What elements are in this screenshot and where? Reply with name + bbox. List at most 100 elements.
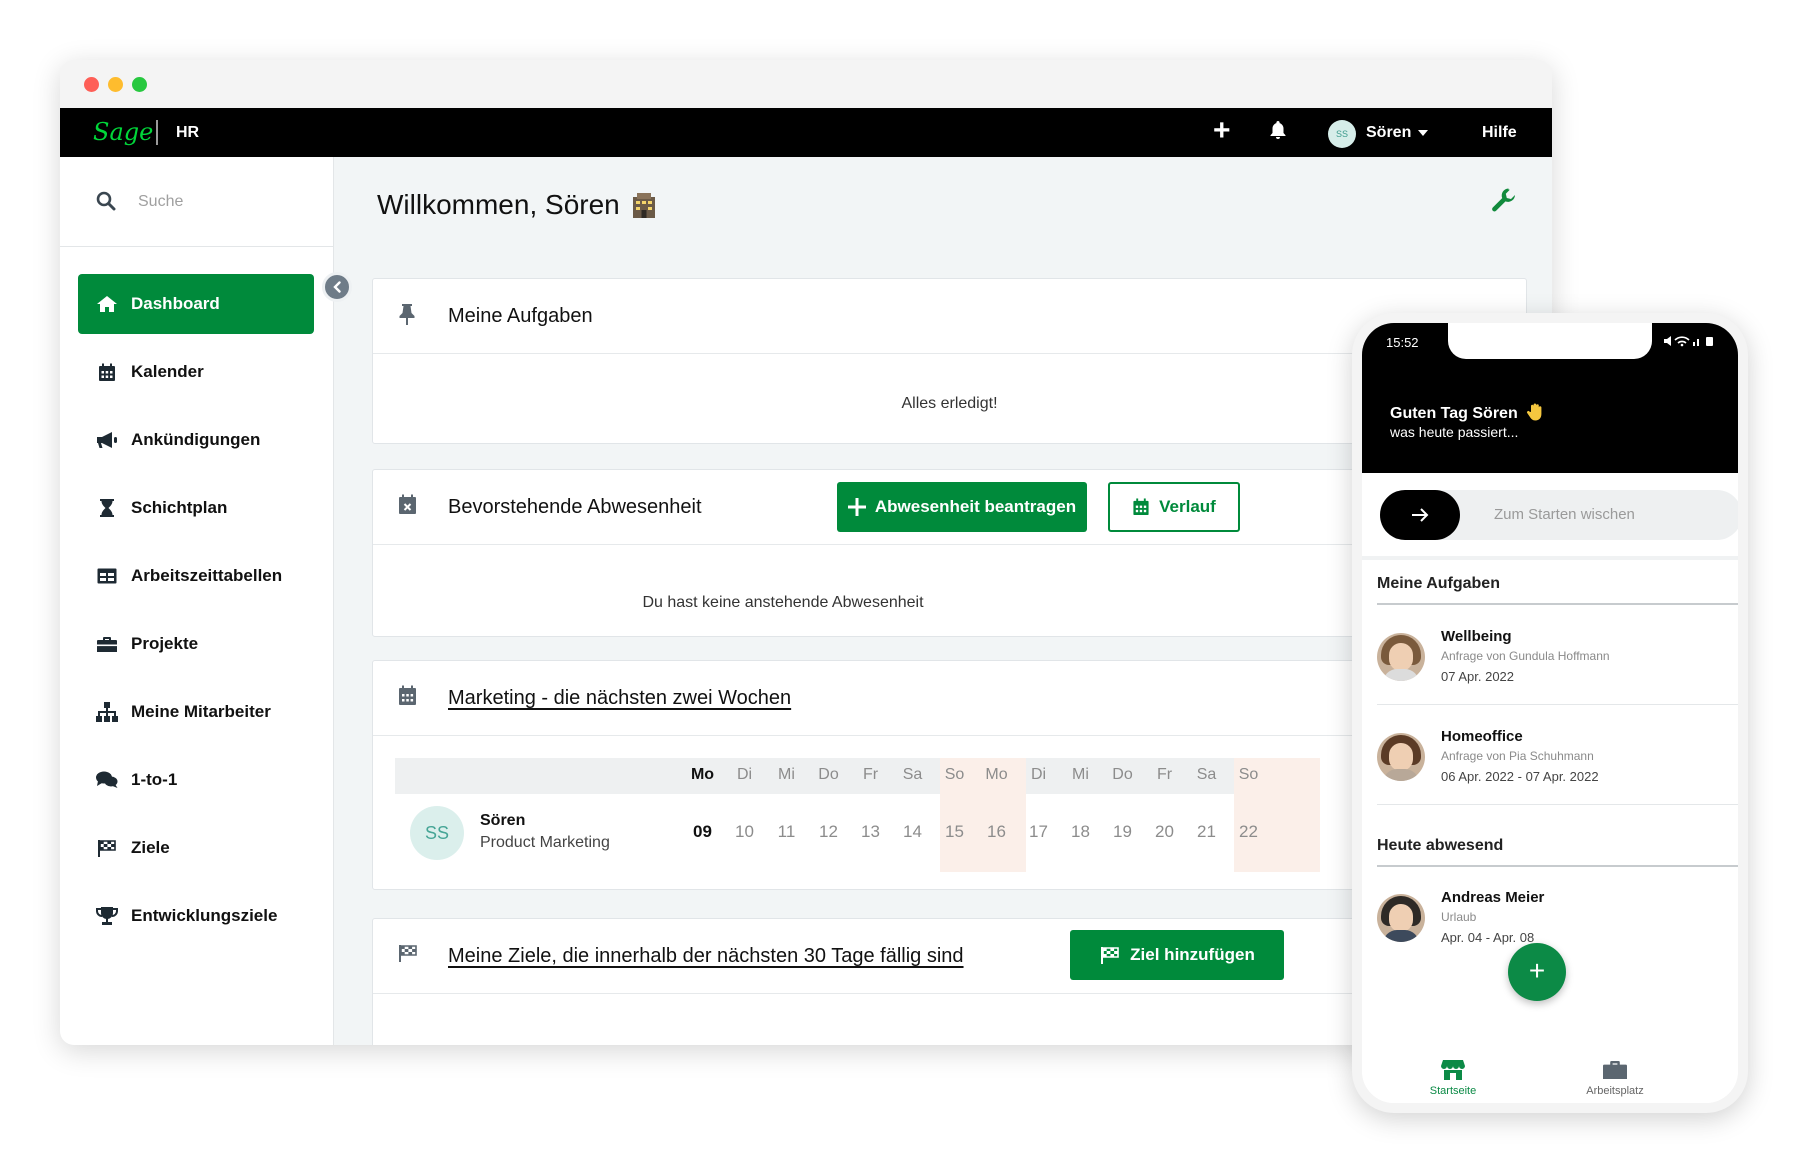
day-cell[interactable]: 14 [891,822,934,842]
sidebar-item-label: Arbeitszeittabellen [131,566,283,585]
sidebar-item-entwicklungsziele[interactable]: Entwicklungsziele [78,886,314,946]
sidebar-item-arbeitszeittabellen[interactable]: Arbeitszeittabellen [78,546,314,606]
sidebar-item-label: Ziele [131,838,170,857]
briefcase-icon [1560,1059,1670,1081]
calendar-icon [95,361,119,383]
absence-type: Urlaub [1441,910,1477,924]
maximize-window-button[interactable] [132,77,147,92]
sidebar-item-label: Projekte [131,634,199,653]
day-cell[interactable]: 22 [1227,822,1270,842]
calendar-x-icon [398,494,417,520]
team-calendar-link[interactable]: Marketing - die nächsten zwei Wochen [448,687,791,710]
add-button[interactable]: + [1508,943,1566,1001]
day-cell[interactable]: 10 [723,822,766,842]
avatar: SS [410,806,464,860]
day-cell[interactable]: 18 [1059,822,1102,842]
sidebar-item-projekte[interactable]: Projekte [78,614,314,674]
absent-name[interactable]: Andreas Meier [1441,889,1544,906]
sidebar-item-ankundigungen[interactable]: Ankündigungen [78,410,314,470]
tab-startseite[interactable]: Startseite [1398,1059,1508,1097]
list-divider [1377,704,1738,705]
hourglass-icon [95,497,119,519]
search-input[interactable] [138,189,308,215]
day-cell[interactable]: 21 [1185,822,1228,842]
goals-link[interactable]: Meine Ziele, die innerhalb der nächsten … [448,945,964,968]
user-menu[interactable]: Sören [1366,124,1411,142]
help-link[interactable]: Hilfe [1482,124,1517,142]
calendar-icon [1132,498,1150,516]
user-avatar[interactable]: SS [1328,120,1356,148]
task-requester: Anfrage von Gundula Hoffmann [1441,649,1610,663]
employee-avatar [1377,894,1425,942]
add-goal-button[interactable]: Ziel hinzufügen [1070,930,1284,980]
search-icon [96,191,116,216]
sidebar-item-meine-mitarbeiter[interactable]: Meine Mitarbeiter [78,682,314,742]
sidebar-item-ziele[interactable]: Ziele [78,818,314,878]
flag-icon [95,837,119,859]
day-cell[interactable]: 15 [933,822,976,842]
task-title[interactable]: Homeoffice [1441,728,1523,745]
button-label: Abwesenheit beantragen [874,497,1077,516]
sidebar-item-kalender[interactable]: Kalender [78,342,314,402]
mobile-tab-bar: Startseite Arbeitsplatz [1362,1031,1738,1103]
task-title[interactable]: Wellbeing [1441,628,1512,645]
day-cell[interactable]: 12 [807,822,850,842]
person-name[interactable]: Sören [480,812,525,830]
top-navigation-bar: Sage HR + SS Sören Hilfe [60,108,1552,157]
sidebar-item-1-to-1[interactable]: 1-to-1 [78,750,314,810]
sidebar-item-label: 1-to-1 [131,770,178,789]
bell-icon[interactable] [1270,121,1286,145]
chevron-left-icon [333,281,341,293]
day-header: Fr [1156,766,1173,783]
pin-icon [398,303,416,330]
button-label: Ziel hinzufügen [1130,945,1255,964]
trophy-icon [95,905,119,927]
sidebar-item-label: Ankündigungen [131,430,261,449]
day-cell[interactable]: 09 [681,822,724,842]
day-cell[interactable]: 13 [849,822,892,842]
list-divider [1377,804,1738,805]
app-label: HR [176,124,200,141]
calendar-day-headers: Mo Di Mi Do Fr Sa So Mo Di Mi Do Fr Sa S… [395,758,1320,794]
day-cell[interactable]: 20 [1143,822,1186,842]
tab-arbeitsplatz[interactable]: Arbeitsplatz [1560,1059,1670,1097]
sidebar: Dashboard Kalender Ankündigungen Schicht… [60,157,334,1045]
empty-state-text: Du hast keine anstehende Abwesenheit [642,594,924,611]
sidebar-search [60,157,333,247]
close-window-button[interactable] [84,77,99,92]
swipe-to-start[interactable]: Zum Starten wischen [1380,490,1738,540]
task-requester: Anfrage von Pia Schuhmann [1441,749,1594,763]
minimize-window-button[interactable] [108,77,123,92]
day-cell[interactable]: 11 [765,822,808,842]
mobile-greeting: Guten Tag Sören [1390,403,1544,423]
greeting-text: Guten Tag Sören [1390,405,1518,422]
history-button[interactable]: Verlauf [1108,482,1240,532]
day-header: Fr [862,766,879,783]
wrench-icon[interactable] [1491,187,1517,218]
sidebar-item-dashboard[interactable]: Dashboard [78,274,314,334]
plus-icon[interactable]: + [1213,116,1231,146]
day-cell[interactable]: 17 [1017,822,1060,842]
day-header: Di [1030,766,1047,783]
sage-logo[interactable]: Sage [93,118,153,146]
collapse-sidebar-button[interactable] [322,272,352,302]
sidebar-item-schichtplan[interactable]: Schichtplan [78,478,314,538]
day-cell[interactable]: 16 [975,822,1018,842]
tab-label: Arbeitsplatz [1586,1085,1644,1097]
card-title: Meine Aufgaben [448,305,593,327]
card-title: Bevorstehende Abwesenheit [448,496,702,518]
absence-date: Apr. 04 - Apr. 08 [1441,930,1535,945]
day-header: Do [1112,766,1133,783]
status-time: 15:52 [1386,335,1419,350]
chat-icon [95,769,119,791]
request-absence-button[interactable]: Abwesenheit beantragen [837,482,1087,532]
section-divider [1362,556,1738,560]
sidebar-item-label: Entwicklungsziele [131,906,278,925]
swipe-handle[interactable] [1380,490,1460,540]
chevron-down-icon[interactable] [1418,130,1428,136]
arrow-right-icon [1412,508,1429,522]
status-icons [1662,335,1716,350]
day-cell[interactable]: 19 [1101,822,1144,842]
day-header: Di [736,766,753,783]
section-rule [1377,865,1738,867]
